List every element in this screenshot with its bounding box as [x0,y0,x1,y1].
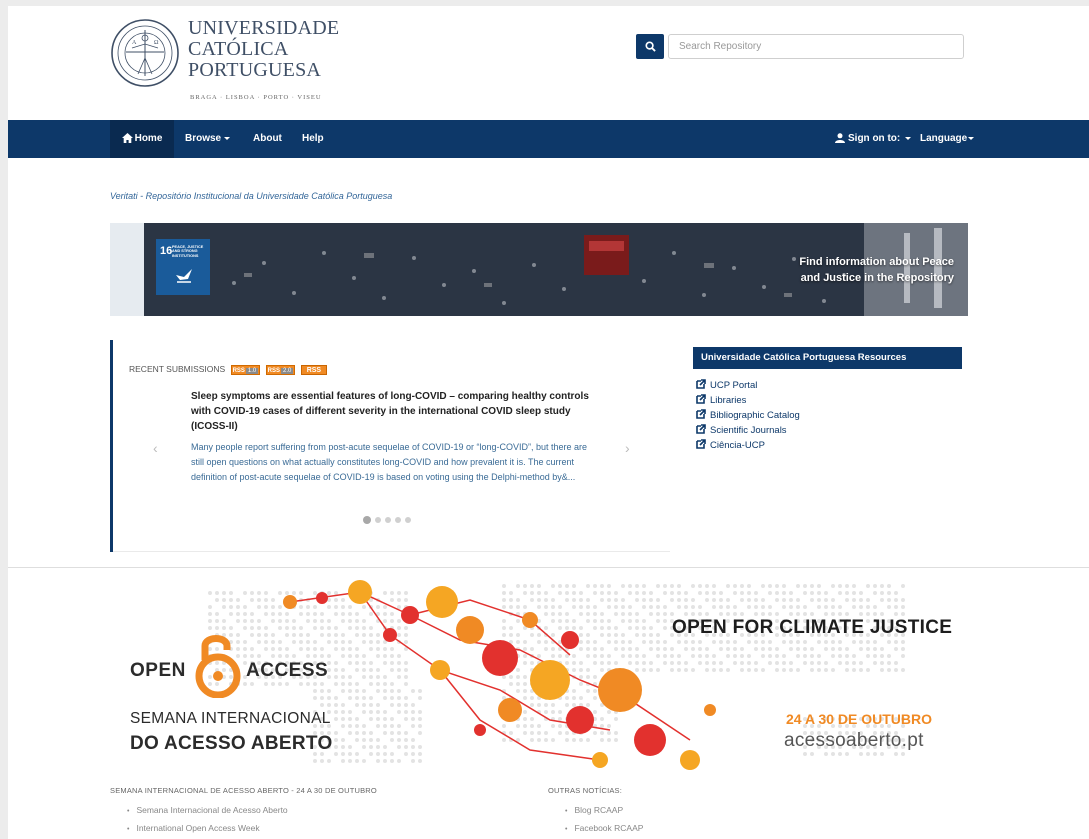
chevron-down-icon [968,136,975,140]
logo-line-3: PORTUGUESA [188,59,322,81]
peace-justice-banner[interactable]: 16 PEACE, JUSTICE AND STRONG INSTITUTION… [110,223,968,316]
section-divider [8,567,1089,568]
carousel-dot[interactable] [395,517,401,523]
news-link-blog-rcaap[interactable]: Blog RCAAP [565,802,643,820]
site-description: Veritati - Repositório Institucional da … [110,191,393,201]
other-news-list: Blog RCAAP Facebook RCAAP [565,802,643,838]
university-seal-icon: A Ω [111,19,179,87]
resources-heading: Universidade Católica Portuguesa Resourc… [693,347,962,369]
svg-text:Ω: Ω [154,40,159,46]
submission-title[interactable]: Sleep symptoms are essential features of… [191,389,591,434]
search-input[interactable] [668,34,964,59]
search-icon [644,41,656,52]
news-link-facebook-rcaap[interactable]: Facebook RCAAP [565,820,643,838]
external-link-icon [696,394,706,404]
poster-site-text: acessoaberto.pt [784,730,924,751]
nav-help[interactable]: Help [302,120,324,158]
recent-submissions: RECENT SUBMISSIONS RSS 1.0 RSS 2.0 RSS ‹ S… [110,340,670,552]
open-access-week-news-list: Semana Internacional de Acesso Aberto In… [127,802,288,838]
nav-about[interactable]: About [253,120,282,158]
dove-icon [176,269,192,283]
external-link-icon [696,409,706,419]
external-link-icon [696,424,706,434]
news-link-semana[interactable]: Semana Internacional de Acesso Aberto [127,802,287,820]
page: A Ω UNIVERSIDADE CATÓLICA PORTUGUESA BRA… [8,6,1089,839]
sdg-16-badge: 16 PEACE, JUSTICE AND STRONG INSTITUTION… [156,239,210,295]
logo-cities: BRAGA · LISBOA · PORTO · VISEU [190,94,322,101]
poster-access-text: ACCESS [246,660,329,681]
resource-link-libraries[interactable]: Libraries [696,393,800,408]
resource-link-ciencia-ucp[interactable]: Ciência-UCP [696,438,800,453]
chevron-down-icon [224,136,231,140]
news-link-oa-week[interactable]: International Open Access Week [127,820,288,838]
sdg-number: 16 [160,245,173,257]
carousel-dot[interactable] [385,517,391,523]
carousel-dot[interactable] [363,516,371,524]
user-icon [835,133,845,144]
submission-abstract[interactable]: Many people report suffering from post-a… [191,440,601,485]
sign-on-dropdown[interactable]: Sign on to: [835,120,912,158]
resources-list: UCP Portal Libraries Bibliographic Catal… [696,378,800,453]
search-button[interactable] [636,34,664,59]
chevron-down-icon [905,136,912,140]
resource-link-scientific-journals[interactable]: Scientific Journals [696,423,800,438]
external-link-icon [696,439,706,449]
poster-climate-justice-text: OPEN FOR CLIMATE JUSTICE [672,617,953,638]
carousel-dot[interactable] [405,517,411,523]
rss-1-0-feed[interactable]: RSS 1.0 [230,364,261,375]
recent-submissions-heading: RECENT SUBMISSIONS RSS 1.0 RSS 2.0 RSS [129,364,328,375]
open-access-week-poster[interactable]: OPEN ACCESS SEMANA INTERNACIONAL DO ACES… [110,580,970,780]
open-access-lock-icon [195,635,241,698]
carousel-dot[interactable] [375,517,381,523]
open-access-week-news-heading: SEMANA INTERNACIONAL DE ACESSO ABERTO - … [110,786,377,795]
poster-dates-text: 24 A 30 DE OUTUBRO [786,711,932,727]
main-navbar: Home Browse About Help Sign on to: Langu… [8,120,1089,158]
poster-acesso-aberto-text: DO ACESSO ABERTO [130,733,333,754]
logo-line-1: UNIVERSIDADE [188,17,340,39]
home-icon [121,133,133,144]
logo-line-2: CATÓLICA [188,38,289,60]
sdg-label: PEACE, JUSTICE AND STRONG INSTITUTIONS [172,245,204,258]
carousel-indicators [363,516,411,524]
rss-feed[interactable]: RSS [300,364,328,375]
molecule-network-graphic [283,580,716,770]
svg-text:A: A [132,40,137,46]
external-link-icon [696,379,706,389]
other-news-heading: OUTRAS NOTÍCIAS: [548,786,623,795]
carousel-prev-button[interactable]: ‹ [153,440,158,456]
nav-home[interactable]: Home [110,120,174,158]
poster-open-text: OPEN [130,660,186,681]
language-dropdown[interactable]: Language [920,120,975,158]
resource-link-ucp-portal[interactable]: UCP Portal [696,378,800,393]
poster-semana-text: SEMANA INTERNACIONAL [130,710,331,727]
crowd-photo: 16 PEACE, JUSTICE AND STRONG INSTITUTION… [144,223,968,316]
ucp-logo[interactable]: A Ω UNIVERSIDADE CATÓLICA PORTUGUESA BRA… [110,14,350,109]
banner-caption: Find information about Peace and Justice… [799,256,954,284]
rss-2-0-feed[interactable]: RSS 2.0 [265,364,296,375]
carousel-next-button[interactable]: › [625,440,630,456]
nav-browse[interactable]: Browse [185,120,231,158]
resource-link-bibliographic-catalog[interactable]: Bibliographic Catalog [696,408,800,423]
